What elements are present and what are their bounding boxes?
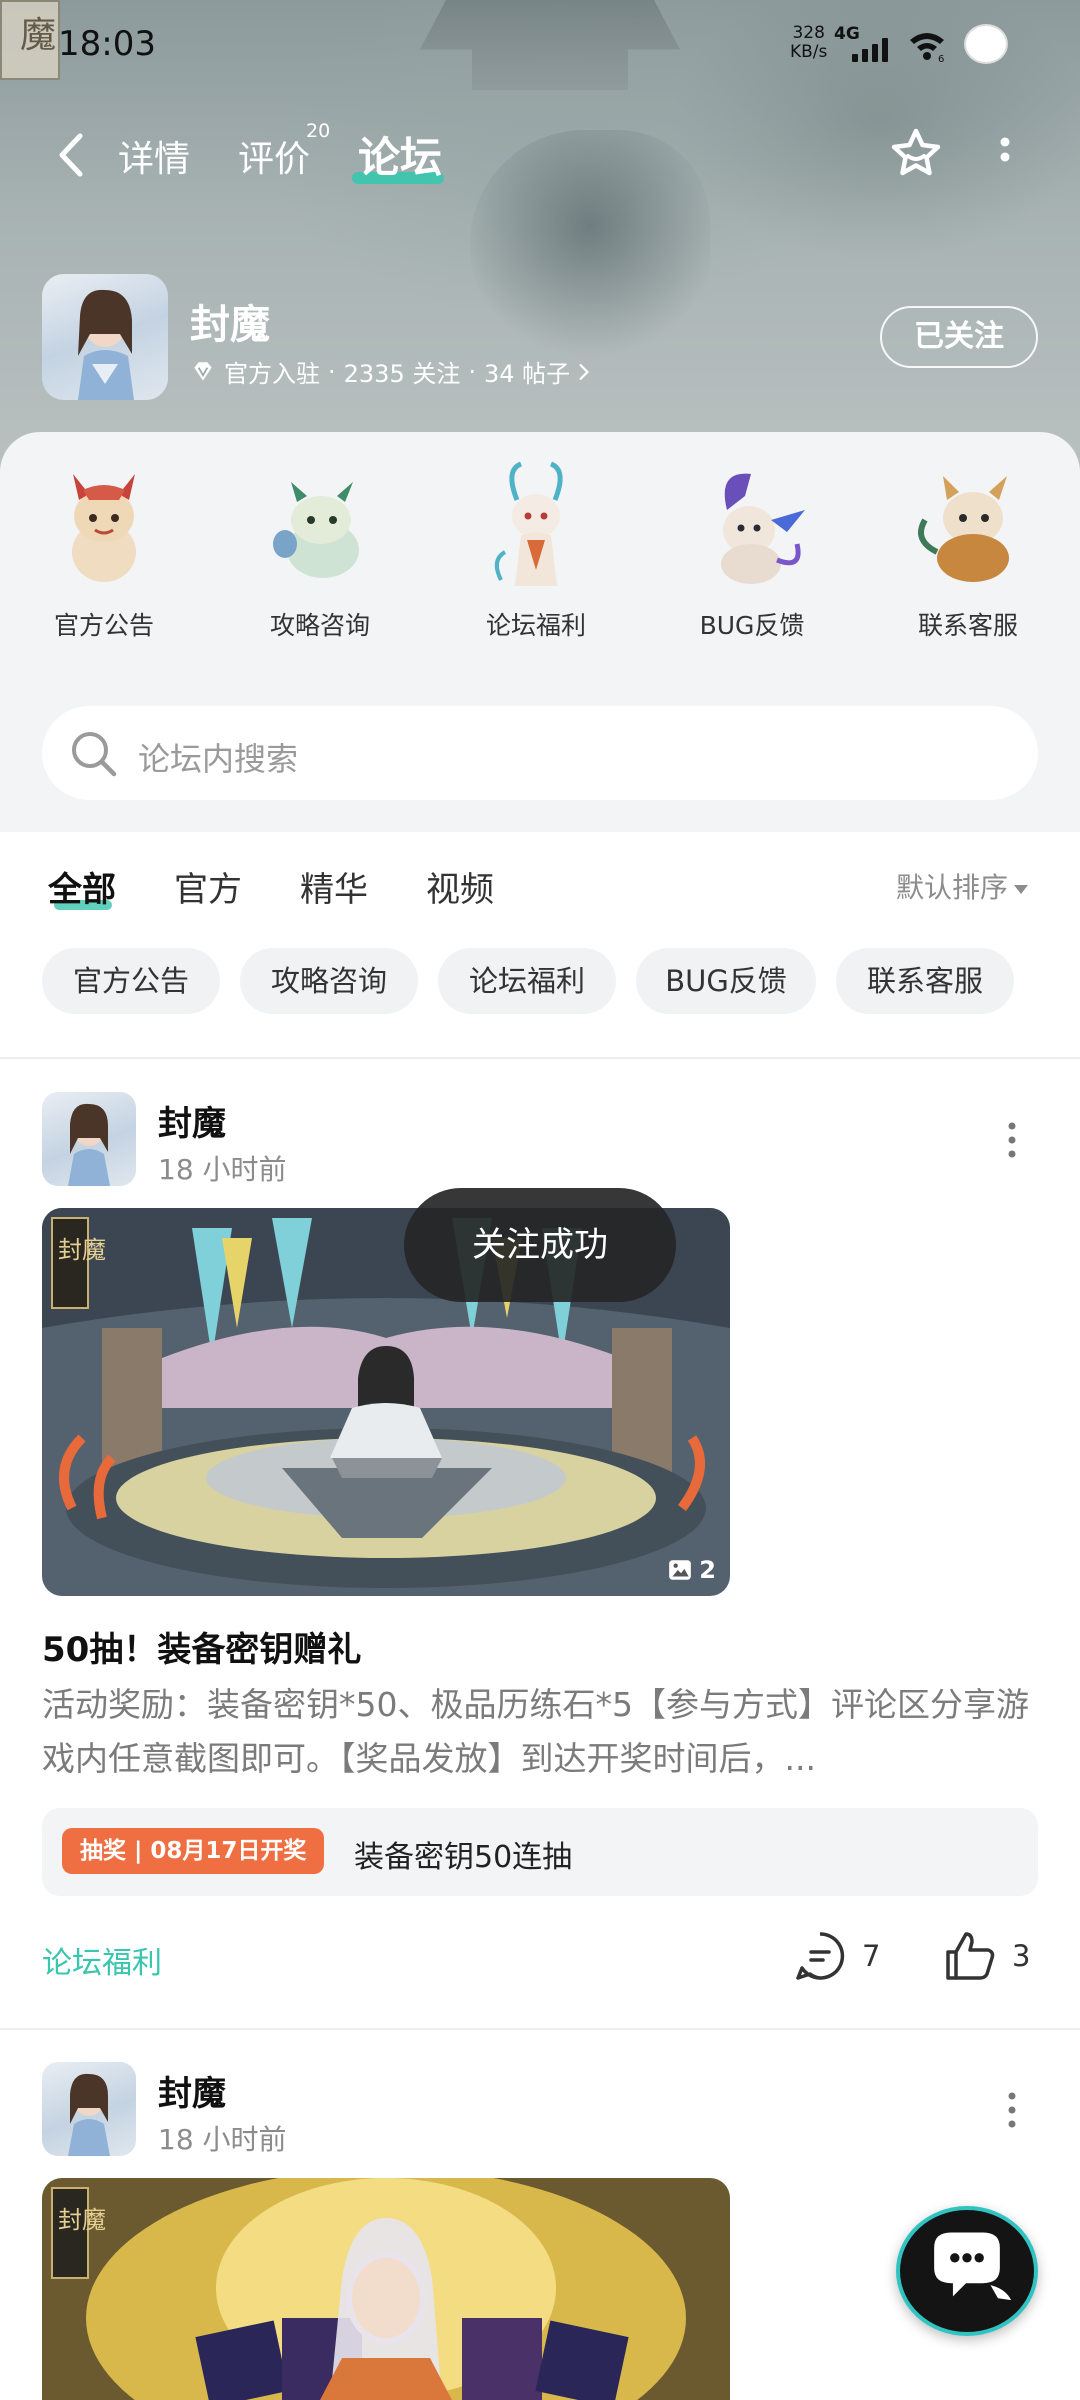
favorite-star-icon[interactable] [886,124,946,184]
category-bug-feedback[interactable]: BUG反馈 [672,460,832,642]
author-avatar-image [68,2073,110,2156]
like-button[interactable]: 3 [942,1928,1030,1984]
top-navigation: 详情 评价 20 论坛 [0,110,1080,200]
meta-separator: · [328,357,336,386]
post-more-icon[interactable] [1000,1120,1024,1160]
game-icon[interactable] [42,274,168,400]
category-strategy-consult[interactable]: 攻略咨询 [240,460,400,642]
comment-button[interactable]: 7 [792,1928,880,1984]
follower-count: 2335 关注 [343,360,461,388]
net-speed-value: 328 [792,23,825,43]
feed-tab-featured[interactable]: 精华 [300,862,368,911]
category-customer-service[interactable]: 联系客服 [888,460,1048,642]
review-count-badge: 20 [306,120,331,142]
dragon-green-icon [273,482,359,578]
section-divider [0,1057,1080,1059]
dragon-purple-icon [721,473,805,584]
chat-bubble-icon [934,2232,1012,2301]
post-author[interactable]: 封魔 [158,2066,226,2115]
dragon-orange-icon [918,476,1009,582]
game-character-icon [78,289,134,400]
author-avatar-image [68,1103,110,1186]
post-time: 18 小时前 [158,2123,287,2156]
like-count: 3 [1012,1939,1031,1973]
thumbs-up-icon [946,1932,995,1980]
chevron-right-icon [579,363,590,380]
category-label: 论坛福利 [485,611,586,640]
chip-official-announcement[interactable]: 官方公告 [42,948,220,1014]
feed-tab-all[interactable]: 全部 [48,862,116,911]
chip-forum-welfare[interactable]: 论坛福利 [438,948,616,1014]
tab-reviews-label: 评价 [238,139,311,180]
post-excerpt[interactable]: 活动奖励：装备密钥*50、极品历练石*5【参与方式】评论区分享游戏内任意截图即可… [42,1678,1038,1786]
feed-tab-official[interactable]: 官方 [174,862,242,911]
gallery-icon [669,1560,692,1580]
meta-separator: · [468,357,476,386]
cat-avatar-icon [964,24,1008,64]
card-summon-scene-image: 封魔 [42,2178,730,2400]
search-placeholder: 论坛内搜索 [138,740,299,778]
category-label: 攻略咨询 [269,611,370,640]
net-speed: 328 KB/s [790,24,827,62]
sort-label: 默认排序 [896,871,1009,904]
diamond-verified-icon [194,361,212,381]
chip-strategy-consult[interactable]: 攻略咨询 [240,948,418,1014]
lottery-card[interactable]: 抽奖 | 08月17日开奖 装备密钥50连抽 [42,1808,1038,1896]
post-count: 34 帖子 [484,360,571,388]
category-shortcuts: 官方公告 攻略咨询 论坛福利 BUG反馈 联系客服 [0,460,1080,670]
game-meta[interactable]: 官方入驻 · 2335 关注 · 34 帖子 [190,354,590,389]
followed-button[interactable]: 已关注 [880,306,1038,368]
status-bar: 18:03 328 KB/s 4G 6 [0,0,1080,80]
post-more-icon[interactable] [1000,2090,1024,2130]
more-options-icon[interactable] [990,134,1020,180]
official-label: 官方入驻 [224,360,320,388]
category-label: 联系客服 [917,611,1018,640]
toast-message: 关注成功 [404,1188,676,1302]
search-icon [72,732,117,777]
author-avatar[interactable] [42,1092,136,1186]
forum-search-bar[interactable]: 论坛内搜索 [42,706,1038,800]
tab-details[interactable]: 详情 [118,130,190,182]
forum-panel: 官方公告 攻略咨询 论坛福利 BUG反馈 联系客服 论坛内搜索 [0,432,1080,832]
chip-bug-feedback[interactable]: BUG反馈 [636,948,816,1014]
comment-count: 7 [862,1939,881,1973]
image-count: 2 [667,1556,716,1584]
post-author[interactable]: 封魔 [158,1096,226,1145]
category-label: 官方公告 [53,611,154,640]
category-official-announcement[interactable]: 官方公告 [24,460,184,642]
dragon-red-icon [72,474,136,582]
author-avatar[interactable] [42,2062,136,2156]
image-seal: 封魔 [58,2206,106,2234]
chip-customer-service[interactable]: 联系客服 [836,948,1014,1014]
sort-dropdown[interactable]: 默认排序 [896,866,1029,906]
tab-forum[interactable]: 论坛 [358,124,442,185]
wifi-badge: 6 [938,54,944,62]
feed-tab-video[interactable]: 视频 [426,862,494,911]
category-forum-welfare[interactable]: 论坛福利 [456,460,616,642]
game-title: 封魔 [190,302,270,348]
status-time: 18:03 [58,24,156,64]
post-image[interactable]: 封魔 [42,2178,730,2400]
post-category-link[interactable]: 论坛福利 [42,1938,162,1982]
post-time: 18 小时前 [158,1153,287,1186]
comment-icon [796,1932,845,1980]
feed-tabs: 全部 官方 精华 视频 默认排序 [0,850,1080,930]
lottery-tag: 抽奖 | 08月17日开奖 [62,1828,325,1874]
image-seal: 封魔 [58,1236,106,1264]
category-label: BUG反馈 [699,611,805,640]
post-divider [0,2028,1080,2030]
wifi-icon: 6 [910,33,944,62]
lottery-prize: 装备密钥50连抽 [354,1840,573,1875]
image-count-value: 2 [699,1556,716,1584]
signal-icon [852,38,892,62]
chat-floating-button[interactable] [896,2206,1038,2336]
caret-down-icon [1014,884,1029,894]
dragon-white-icon [494,461,563,586]
filter-chips: 官方公告 攻略咨询 论坛福利 BUG反馈 联系客服 [0,948,1080,1014]
back-arrow-icon[interactable] [52,130,92,180]
net-speed-unit: KB/s [790,42,828,62]
post-title[interactable]: 50抽！装备密钥赠礼 [42,1622,361,1671]
tab-reviews[interactable]: 评价 20 [238,120,330,182]
